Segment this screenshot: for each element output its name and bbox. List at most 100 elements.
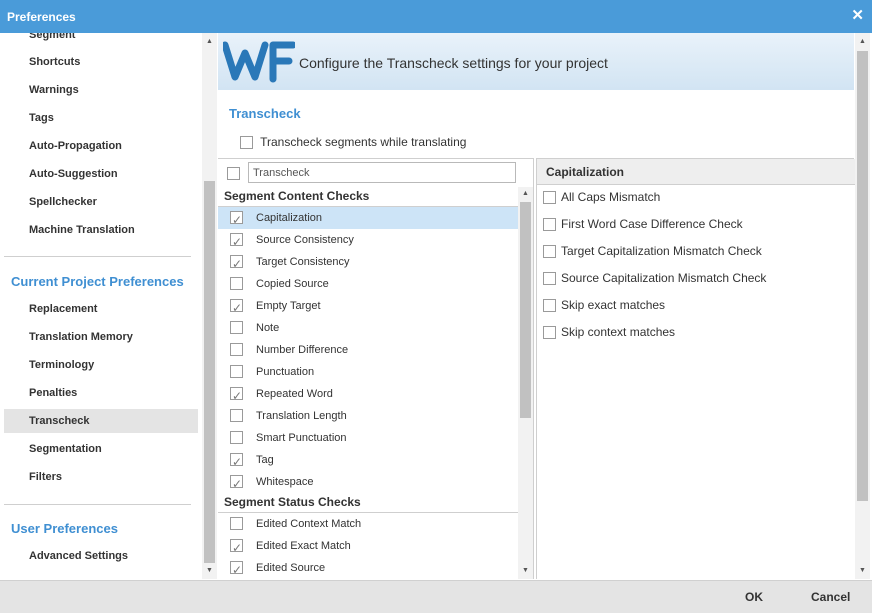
sidebar-item-label: Transcheck <box>29 415 90 427</box>
check-checkbox[interactable] <box>230 209 243 231</box>
section-title: Transcheck <box>229 106 301 121</box>
check-label: Smart Punctuation <box>256 432 347 444</box>
option-first-word-case-difference[interactable]: First Word Case Difference Check <box>543 215 743 233</box>
sidebar-item-replacement[interactable]: Replacement <box>4 297 198 321</box>
option-source-capitalization-mismatch[interactable]: Source Capitalization Mismatch Check <box>543 269 766 287</box>
sidebar-item-label: Segment <box>29 33 76 41</box>
scroll-up-icon[interactable]: ▲ <box>522 190 529 198</box>
cancel-button[interactable]: Cancel <box>811 590 850 604</box>
check-row-note[interactable]: Note <box>218 317 518 339</box>
scroll-down-icon[interactable]: ▼ <box>522 567 529 575</box>
transcheck-while-translating-option[interactable]: Transcheck segments while translating <box>240 135 467 150</box>
sidebar-item-warnings[interactable]: Warnings <box>4 78 198 102</box>
option-checkbox[interactable] <box>543 245 556 259</box>
sidebar-item-label: Warnings <box>29 84 79 96</box>
check-label: Punctuation <box>256 366 315 378</box>
check-row-edited-exact-match[interactable]: Edited Exact Match <box>218 535 518 559</box>
checks-list-scrollbar[interactable]: ▲ ▼ <box>518 187 533 579</box>
check-row-translation-length[interactable]: Translation Length <box>218 405 518 427</box>
option-skip-exact-matches[interactable]: Skip exact matches <box>543 296 665 314</box>
option-label: First Word Case Difference Check <box>561 217 743 231</box>
check-checkbox[interactable] <box>230 385 243 407</box>
sidebar-item-label: Auto-Suggestion <box>29 168 118 180</box>
check-row-smart-punctuation[interactable]: Smart Punctuation <box>218 427 518 449</box>
check-row-target-consistency[interactable]: Target Consistency <box>218 251 518 275</box>
check-checkbox[interactable] <box>230 559 243 581</box>
check-row-edited-context-match[interactable]: Edited Context Match <box>218 513 518 535</box>
option-target-capitalization-mismatch[interactable]: Target Capitalization Mismatch Check <box>543 242 762 260</box>
check-checkbox[interactable] <box>230 537 243 559</box>
sidebar-item-spellchecker[interactable]: Spellchecker <box>4 190 198 214</box>
check-row-capitalization[interactable]: Capitalization <box>218 207 518 231</box>
check-checkbox[interactable] <box>230 253 243 275</box>
check-checkbox[interactable] <box>230 297 243 319</box>
check-label: Source Consistency <box>256 234 354 246</box>
check-checkbox[interactable] <box>230 343 243 356</box>
option-label: Skip exact matches <box>561 298 666 312</box>
select-all-checkbox[interactable] <box>227 167 240 180</box>
check-label: Edited Context Match <box>256 518 362 530</box>
option-all-caps-mismatch[interactable]: All Caps Mismatch <box>543 188 660 206</box>
option-checkbox[interactable] <box>543 299 556 313</box>
option-checkbox[interactable] <box>543 218 556 232</box>
check-checkbox[interactable] <box>230 473 243 495</box>
sidebar-item-filters[interactable]: Filters <box>4 465 198 489</box>
check-row-repeated-word[interactable]: Repeated Word <box>218 383 518 407</box>
check-row-tag[interactable]: Tag <box>218 449 518 473</box>
check-label: Edited Source <box>256 562 326 574</box>
sidebar-scroll-thumb[interactable] <box>204 181 215 563</box>
sidebar-item-advanced-settings[interactable]: Advanced Settings <box>4 544 198 568</box>
check-checkbox[interactable] <box>230 431 243 444</box>
dialog-footer: OK Cancel <box>0 580 872 613</box>
scroll-up-icon[interactable]: ▲ <box>206 38 213 46</box>
check-checkbox[interactable] <box>230 231 243 253</box>
option-checkbox[interactable] <box>543 326 556 340</box>
sidebar-scrollbar[interactable]: ▲ ▼ <box>202 33 217 579</box>
check-label: Tag <box>256 454 274 466</box>
checks-list-scroll-thumb[interactable] <box>520 202 531 418</box>
sidebar-item-label: Terminology <box>29 359 95 371</box>
sidebar-item-transcheck[interactable]: Transcheck <box>4 409 198 433</box>
filter-input[interactable] <box>248 162 516 183</box>
check-row-source-consistency[interactable]: Source Consistency <box>218 229 518 253</box>
close-icon[interactable]: ✕ <box>851 8 864 24</box>
check-row-edited-source[interactable]: Edited Source <box>218 557 518 581</box>
option-skip-context-matches[interactable]: Skip context matches <box>543 323 675 341</box>
check-row-copied-source[interactable]: Copied Source <box>218 273 518 295</box>
sidebar-item-segmentation[interactable]: Segmentation <box>4 437 198 461</box>
check-row-whitespace[interactable]: Whitespace <box>218 471 518 495</box>
sidebar-item-auto-propagation[interactable]: Auto-Propagation <box>4 134 198 158</box>
option-checkbox[interactable] <box>543 191 556 205</box>
option-label: Skip context matches <box>561 325 676 339</box>
sidebar-item-penalties[interactable]: Penalties <box>4 381 198 405</box>
check-checkbox[interactable] <box>230 451 243 473</box>
sidebar-item-shortcuts[interactable]: Shortcuts <box>4 50 198 74</box>
check-checkbox[interactable] <box>230 365 243 378</box>
check-row-empty-target[interactable]: Empty Target <box>218 295 518 319</box>
check-checkbox[interactable] <box>230 409 243 422</box>
check-checkbox[interactable] <box>230 321 243 334</box>
scroll-down-icon[interactable]: ▼ <box>206 567 213 575</box>
check-row-punctuation[interactable]: Punctuation <box>218 361 518 383</box>
sidebar-item-segment[interactable]: Segment <box>4 33 198 47</box>
sidebar-item-tags[interactable]: Tags <box>4 106 198 130</box>
transcheck-while-translating-checkbox[interactable] <box>240 136 253 150</box>
option-label: Transcheck segments while translating <box>260 135 467 149</box>
ok-button[interactable]: OK <box>745 590 763 604</box>
sidebar-item-label: Filters <box>29 471 63 483</box>
check-checkbox[interactable] <box>230 277 243 290</box>
option-label: Source Capitalization Mismatch Check <box>561 271 767 285</box>
scroll-down-icon[interactable]: ▼ <box>859 567 866 575</box>
sidebar-item-machine-translation[interactable]: Machine Translation <box>4 218 198 242</box>
sidebar-item-auto-suggestion[interactable]: Auto-Suggestion <box>4 162 198 186</box>
option-checkbox[interactable] <box>543 272 556 286</box>
sidebar-item-terminology[interactable]: Terminology <box>4 353 198 377</box>
group-heading-status: Segment Status Checks <box>224 495 361 509</box>
check-checkbox[interactable] <box>230 517 243 530</box>
main-scroll-thumb[interactable] <box>857 51 868 501</box>
check-row-number-difference[interactable]: Number Difference <box>218 339 518 361</box>
main-scrollbar[interactable]: ▲ ▼ <box>855 33 870 579</box>
sidebar-item-translation-memory[interactable]: Translation Memory <box>4 325 198 349</box>
scroll-up-icon[interactable]: ▲ <box>859 38 866 46</box>
sidebar-item-label: Spellchecker <box>29 196 97 208</box>
